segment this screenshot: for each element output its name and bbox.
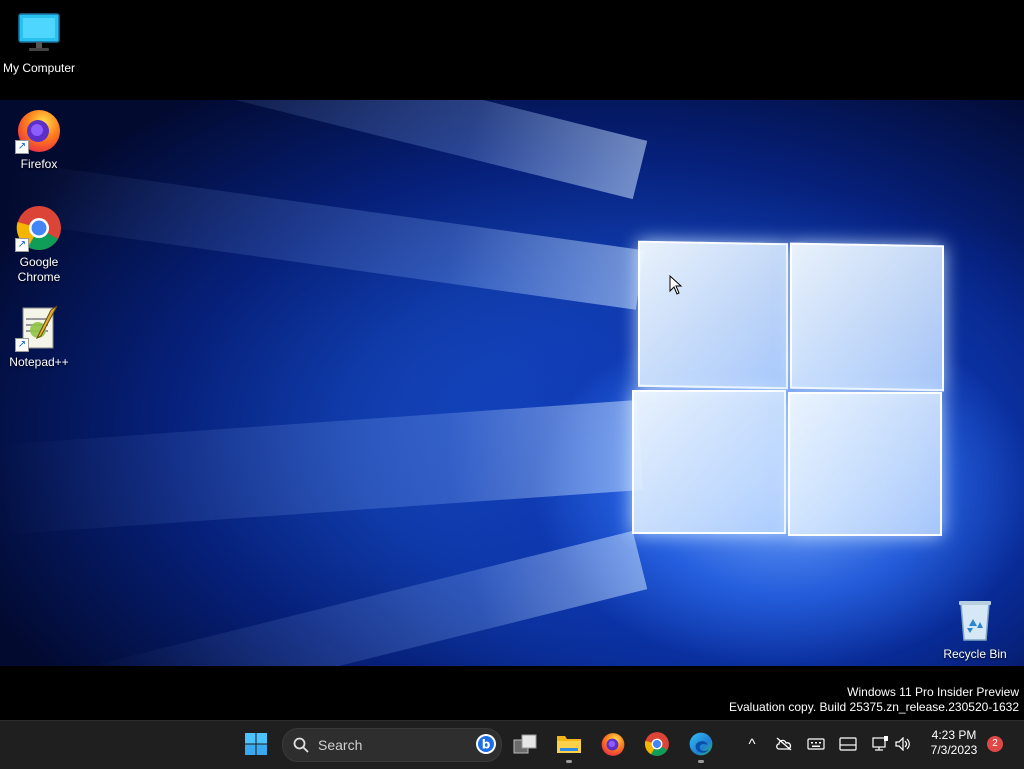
- desktop: My Computer ↗ Firefox ↗ Google Chrome ↗ …: [0, 0, 1024, 720]
- search-icon: [293, 737, 309, 753]
- desktop-icon-label: Recycle Bin: [943, 647, 1007, 661]
- desktop-icon-label: Firefox: [20, 157, 58, 171]
- light-beam: [2, 161, 645, 310]
- svg-text:b: b: [482, 738, 491, 752]
- watermark-line-2: Evaluation copy. Build 25375.zn_release.…: [729, 700, 1019, 714]
- running-indicator: [566, 760, 572, 763]
- desktop-icon-label: Google Chrome: [17, 255, 61, 284]
- show-hidden-icons-button[interactable]: ^: [742, 734, 762, 754]
- chevron-up-icon: ^: [748, 735, 756, 753]
- firefox-icon: [601, 733, 625, 756]
- watermark-line-1: Windows 11 Pro Insider Preview: [847, 685, 1019, 699]
- chrome-icon: ↗: [15, 204, 63, 252]
- desktop-icon-my-computer[interactable]: My Computer: [1, 10, 77, 76]
- start-windows-icon: [245, 733, 267, 755]
- mouse-cursor-icon: [669, 274, 683, 300]
- shortcut-arrow-icon: ↗: [15, 338, 29, 352]
- wallpaper: [0, 100, 1024, 666]
- start-button[interactable]: [238, 726, 274, 762]
- taskbar-edge[interactable]: [683, 726, 719, 763]
- desktop-icon-label: My Computer: [2, 61, 76, 75]
- chrome-icon: [644, 732, 669, 756]
- clock-time: 4:23 PM: [931, 728, 977, 742]
- clock-date: 7/3/2023: [930, 743, 978, 757]
- task-view-icon: [513, 734, 537, 754]
- running-indicator: [698, 760, 704, 763]
- window-logo-pane-top-left: [638, 240, 788, 390]
- light-beam: [89, 530, 648, 666]
- search-placeholder: Search: [318, 737, 363, 753]
- shortcut-arrow-icon: ↗: [15, 140, 29, 154]
- desktop-icon-notepad-plus-plus[interactable]: ↗ Notepad++: [1, 304, 77, 370]
- cloud-offline-icon[interactable]: [774, 734, 794, 754]
- taskbar-file-explorer[interactable]: [551, 726, 587, 763]
- window-logo-pane-bottom-right: [788, 392, 942, 536]
- task-view-button[interactable]: [507, 726, 543, 762]
- firefox-icon: ↗: [15, 106, 63, 154]
- shortcut-arrow-icon: ↗: [15, 238, 29, 252]
- notification-badge[interactable]: 2: [987, 736, 1003, 752]
- desktop-icon-recycle-bin[interactable]: Recycle Bin: [937, 596, 1013, 662]
- recycle-bin-icon: [951, 596, 999, 644]
- window-logo-pane-top-right: [790, 242, 944, 392]
- tablet-mode-icon[interactable]: [838, 734, 858, 754]
- window-logo-pane-bottom-left: [632, 390, 786, 534]
- taskbar-firefox[interactable]: [595, 726, 631, 762]
- taskbar-clock[interactable]: 4:23 PM 7/3/2023: [920, 728, 988, 758]
- bing-icon[interactable]: b: [475, 733, 497, 755]
- file-explorer-icon: [557, 736, 581, 753]
- volume-icon[interactable]: [893, 734, 913, 754]
- notepad-plus-plus-icon: ↗: [15, 304, 63, 352]
- desktop-icon-google-chrome[interactable]: ↗ Google Chrome: [1, 204, 77, 285]
- desktop-icon-label: Notepad++: [9, 355, 69, 369]
- light-beam: [0, 400, 644, 535]
- edge-icon: [689, 732, 713, 756]
- windows-evaluation-watermark: Windows 11 Pro Insider Preview Evaluatio…: [729, 685, 1019, 715]
- computer-monitor-icon: [15, 10, 63, 58]
- taskbar-chrome[interactable]: [639, 726, 675, 762]
- desktop-icon-firefox[interactable]: ↗ Firefox: [1, 106, 77, 172]
- network-icon[interactable]: [870, 734, 890, 754]
- keyboard-icon[interactable]: [806, 734, 826, 754]
- taskbar-search-box[interactable]: Search b: [282, 728, 502, 762]
